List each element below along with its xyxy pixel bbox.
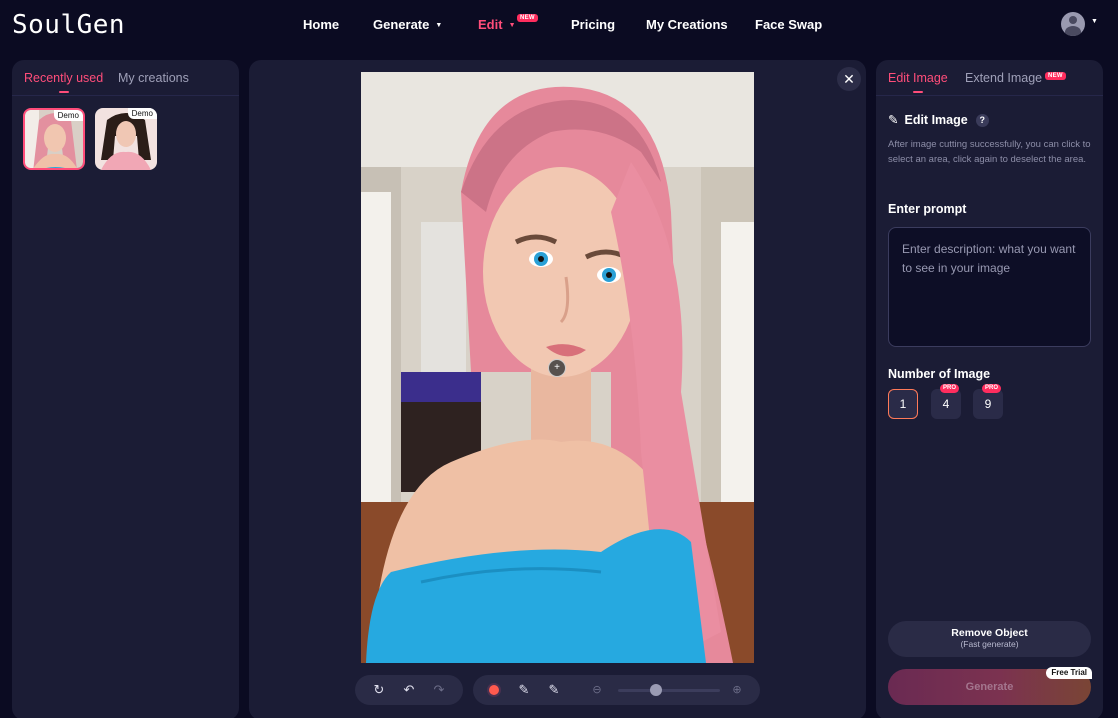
demo-tag: Demo [53, 110, 83, 121]
redo-icon[interactable]: ↷ [431, 682, 447, 698]
count-option-4[interactable]: 4 PRO [931, 384, 961, 419]
nav-generate[interactable]: Generate ▼ [373, 17, 442, 32]
tab-extend-image-label: Extend Image [965, 71, 1043, 85]
canvas-panel: + ✕ ↻ ↶ ↷ ✎ ✎ ⊖ ⊕ [249, 60, 866, 718]
nav-my-creations[interactable]: My Creations [646, 17, 728, 32]
nav-face-swap[interactable]: Face Swap [755, 17, 822, 32]
remove-object-button[interactable]: Remove Object (Fast generate) [888, 621, 1091, 657]
generate-button[interactable]: Generate Free Trial [888, 667, 1092, 705]
brush-color-dot [487, 683, 501, 697]
tab-extend-image[interactable]: Extend Image NEW [965, 71, 1066, 85]
edit-image-heading: ✎ Edit Image? [888, 112, 989, 127]
generate-label: Generate [965, 681, 1014, 693]
nav-edit[interactable]: Edit ▼ NEW [478, 14, 538, 32]
brush-icon: ✎ [888, 113, 899, 127]
nav-edit-label: Edit [478, 17, 503, 32]
image-count-label: Number of Image [888, 367, 991, 381]
remove-object-sublabel: (Fast generate) [960, 639, 1019, 649]
zoom-slider-track[interactable] [618, 689, 720, 692]
count-option-1[interactable]: 1 [888, 389, 918, 419]
new-badge: NEW [1045, 72, 1066, 80]
caret-down-icon: ▼ [508, 22, 516, 29]
zoom-in-icon[interactable]: ⊕ [729, 682, 745, 698]
close-icon: ✕ [843, 71, 855, 87]
undo-icon[interactable]: ↶ [401, 682, 417, 698]
help-icon[interactable]: ? [975, 114, 989, 127]
brush-toolbar: ✎ ✎ ⊖ ⊕ [473, 675, 760, 705]
history-tabs: Recently used My creations [12, 60, 239, 96]
new-badge: NEW [517, 14, 538, 22]
brush-add-icon[interactable]: ✎ [516, 682, 532, 698]
count-value: 1 [899, 397, 907, 411]
brush-color-icon[interactable] [486, 682, 502, 698]
history-toolbar: ↻ ↶ ↷ [355, 675, 463, 705]
prompt-label: Enter prompt [888, 202, 967, 216]
tab-my-creations[interactable]: My creations [118, 71, 189, 85]
tab-recently-used[interactable]: Recently used [24, 71, 103, 93]
edit-options-panel: Edit Image Extend Image NEW ✎ Edit Image?… [876, 60, 1103, 718]
history-panel: Recently used My creations Demo Demo [12, 60, 239, 718]
pro-badge: PRO [981, 384, 1001, 393]
selection-cursor: + [548, 359, 566, 377]
count-value: 4 [942, 397, 950, 411]
nav-generate-label: Generate [373, 17, 430, 32]
demo-thumbnail[interactable]: Demo [95, 108, 157, 170]
edit-canvas-image[interactable]: + [361, 72, 754, 663]
demo-thumbnail[interactable]: Demo [23, 108, 85, 170]
pro-badge: PRO [939, 384, 959, 393]
count-option-9[interactable]: 9 PRO [973, 384, 1003, 419]
zoom-slider-knob[interactable] [649, 684, 662, 696]
free-trial-tag: Free Trial [1046, 667, 1092, 679]
brush-erase-icon[interactable]: ✎ [546, 682, 562, 698]
nav-pricing[interactable]: Pricing [571, 17, 615, 32]
edit-description: After image cutting successfully, you ca… [888, 139, 1091, 165]
demo-tag: Demo [127, 108, 157, 119]
edit-image-title: Edit Image [904, 113, 968, 127]
nav-home[interactable]: Home [303, 17, 339, 32]
remove-object-label: Remove Object [951, 627, 1028, 639]
zoom-out-icon[interactable]: ⊖ [589, 682, 605, 698]
top-header: SoulGen Home Generate ▼ Edit ▼ NEW Pricing… [0, 0, 1118, 50]
tab-edit-image[interactable]: Edit Image [888, 71, 948, 93]
main-nav: Home Generate ▼ Edit ▼ NEW Pricing My Crea… [0, 0, 1118, 50]
edit-mode-tabs: Edit Image Extend Image NEW [876, 60, 1103, 96]
prompt-input[interactable] [888, 227, 1091, 347]
count-value: 9 [984, 397, 992, 411]
close-button[interactable]: ✕ [837, 67, 861, 91]
rotate-icon[interactable]: ↻ [371, 682, 387, 698]
user-avatar[interactable] [1061, 12, 1085, 36]
caret-down-icon: ▼ [435, 22, 443, 29]
caret-down-icon[interactable]: ▼ [1091, 18, 1098, 25]
